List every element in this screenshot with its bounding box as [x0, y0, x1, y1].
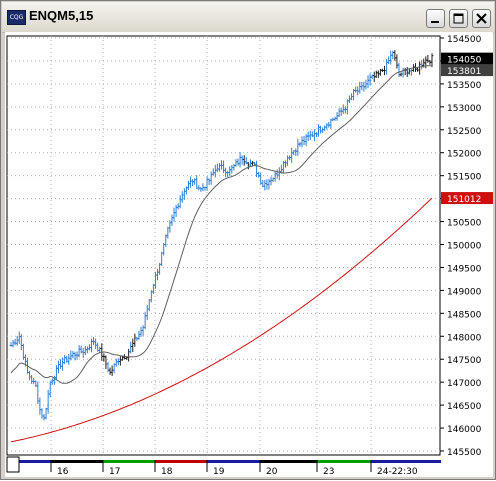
- chart-area[interactable]: 145500 146000 146500 147000 147500 148000 1485…: [5, 32, 493, 477]
- y-tick-label: 147500: [447, 356, 482, 366]
- price-chart[interactable]: 145500 146000 146500 147000 147500 148000 1485…: [5, 32, 493, 477]
- x-tick-label: 17: [109, 467, 120, 477]
- session-color-bar: [260, 460, 317, 463]
- minimize-icon: [431, 21, 439, 23]
- session-color-bar: [51, 460, 103, 463]
- y-tick-label: 154500: [447, 35, 482, 45]
- ma-long-value-label: 151012: [447, 195, 481, 205]
- window-title: ENQM5,15: [29, 8, 94, 23]
- y-tick-label: 147000: [447, 379, 482, 389]
- y-tick-label: 149500: [447, 264, 482, 274]
- session-color-bar: [371, 460, 441, 463]
- x-tick-label: 20: [266, 467, 278, 477]
- session-color-bar: [103, 460, 155, 463]
- y-tick-label: 152000: [447, 150, 482, 160]
- y-tick-label: 149000: [447, 287, 482, 297]
- x-tick-label: 18: [161, 467, 173, 477]
- y-tick-label: 151500: [447, 173, 482, 183]
- app-logo-icon: CQG: [7, 10, 26, 25]
- y-tick-label: 150000: [447, 242, 482, 252]
- y-tick-label: 153000: [447, 104, 482, 114]
- x-tick-label: 24-22:30: [377, 467, 418, 477]
- session-color-bar: [317, 460, 371, 463]
- y-tick-label: 148000: [447, 333, 482, 343]
- minimize-button[interactable]: [426, 9, 445, 28]
- y-tick-label: 145500: [447, 448, 482, 458]
- x-tick-label: 16: [57, 467, 69, 477]
- maximize-button[interactable]: [449, 9, 468, 28]
- session-color-bar: [17, 460, 51, 463]
- plot-frame: [6, 35, 441, 456]
- session-color-bar: [155, 460, 207, 463]
- y-tick-label: 153500: [447, 81, 482, 91]
- x-tick-label: 19: [213, 467, 225, 477]
- y-tick-label: 146500: [447, 402, 482, 412]
- scroll-start-handle[interactable]: [6, 456, 20, 473]
- y-tick-label: 146000: [447, 425, 482, 435]
- chart-window: CQG ENQM5,15 145500 146000 146500 147000 147…: [0, 0, 496, 480]
- y-tick-label: 148500: [447, 310, 482, 320]
- x-tick-label: 23: [323, 467, 334, 477]
- maximize-icon: [453, 13, 464, 24]
- y-tick-label: 150500: [447, 219, 482, 229]
- close-icon: [476, 13, 487, 24]
- y-tick-label: 152500: [447, 127, 482, 137]
- secondary-price-label: 153801: [447, 67, 481, 77]
- close-button[interactable]: [472, 9, 491, 28]
- session-color-bar: [207, 460, 260, 463]
- title-bar[interactable]: CQG ENQM5,15: [2, 2, 494, 33]
